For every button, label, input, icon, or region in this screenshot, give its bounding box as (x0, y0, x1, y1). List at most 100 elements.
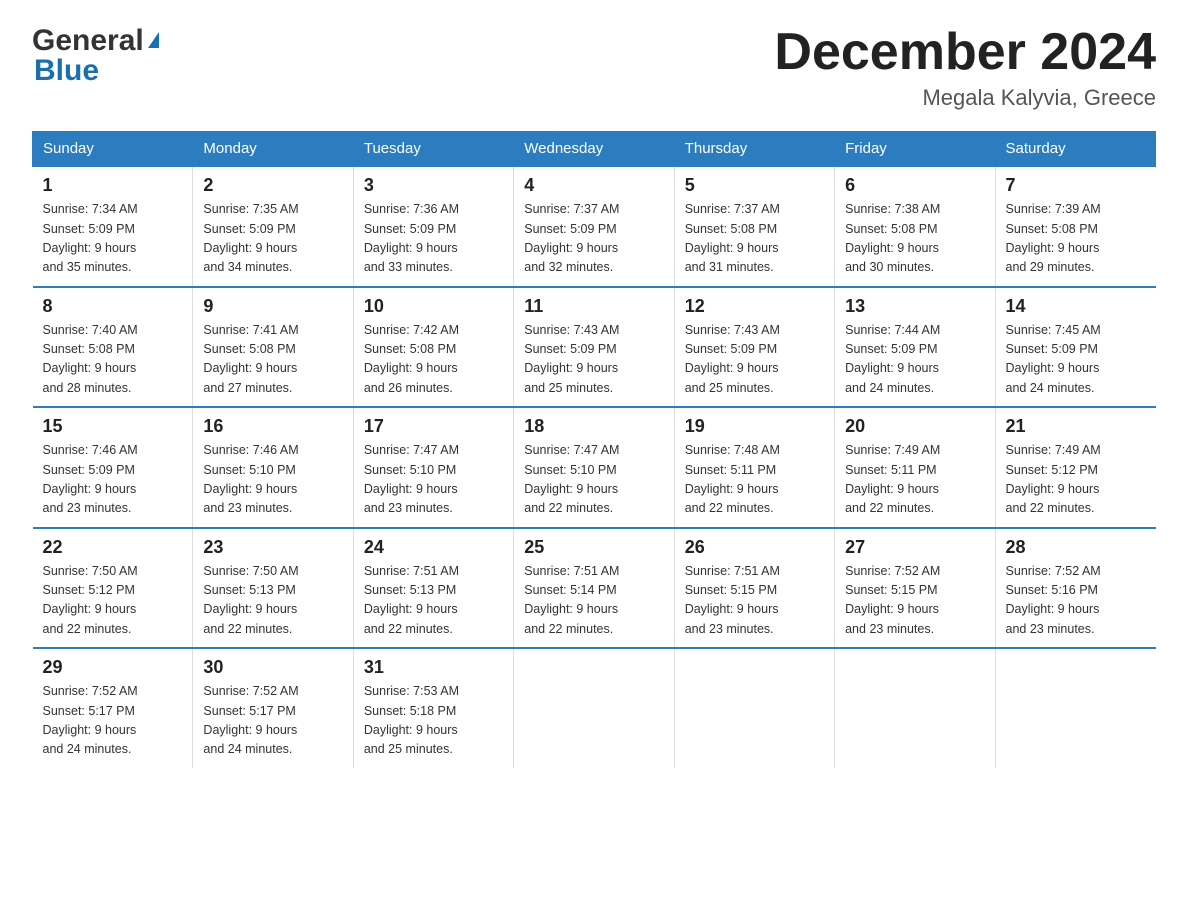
header-monday: Monday (193, 132, 353, 167)
day-number: 18 (524, 416, 663, 437)
location-subtitle: Megala Kalyvia, Greece (774, 85, 1156, 111)
calendar-cell: 16 Sunrise: 7:46 AM Sunset: 5:10 PM Dayl… (193, 407, 353, 528)
week-row-2: 8 Sunrise: 7:40 AM Sunset: 5:08 PM Dayli… (33, 287, 1156, 408)
calendar-cell: 7 Sunrise: 7:39 AM Sunset: 5:08 PM Dayli… (995, 166, 1155, 287)
day-number: 13 (845, 296, 984, 317)
day-info: Sunrise: 7:41 AM Sunset: 5:08 PM Dayligh… (203, 321, 342, 399)
day-number: 21 (1006, 416, 1146, 437)
header-tuesday: Tuesday (353, 132, 513, 167)
header-sunday: Sunday (33, 132, 193, 167)
day-info: Sunrise: 7:36 AM Sunset: 5:09 PM Dayligh… (364, 200, 503, 278)
day-info: Sunrise: 7:47 AM Sunset: 5:10 PM Dayligh… (524, 441, 663, 519)
day-number: 16 (203, 416, 342, 437)
day-info: Sunrise: 7:50 AM Sunset: 5:13 PM Dayligh… (203, 562, 342, 640)
calendar-cell: 5 Sunrise: 7:37 AM Sunset: 5:08 PM Dayli… (674, 166, 834, 287)
day-number: 25 (524, 537, 663, 558)
calendar-cell: 10 Sunrise: 7:42 AM Sunset: 5:08 PM Dayl… (353, 287, 513, 408)
day-number: 29 (43, 657, 183, 678)
calendar-cell: 3 Sunrise: 7:36 AM Sunset: 5:09 PM Dayli… (353, 166, 513, 287)
day-info: Sunrise: 7:45 AM Sunset: 5:09 PM Dayligh… (1006, 321, 1146, 399)
calendar-cell (674, 648, 834, 768)
day-info: Sunrise: 7:50 AM Sunset: 5:12 PM Dayligh… (43, 562, 183, 640)
header-thursday: Thursday (674, 132, 834, 167)
page-header: General Blue December 2024 Megala Kalyvi… (32, 24, 1156, 111)
day-info: Sunrise: 7:37 AM Sunset: 5:08 PM Dayligh… (685, 200, 824, 278)
day-info: Sunrise: 7:34 AM Sunset: 5:09 PM Dayligh… (43, 200, 183, 278)
day-number: 2 (203, 175, 342, 196)
day-number: 15 (43, 416, 183, 437)
logo-general-text: General (32, 24, 144, 58)
month-title: December 2024 (774, 24, 1156, 81)
day-number: 8 (43, 296, 183, 317)
day-info: Sunrise: 7:38 AM Sunset: 5:08 PM Dayligh… (845, 200, 984, 278)
day-number: 17 (364, 416, 503, 437)
day-number: 22 (43, 537, 183, 558)
logo-blue-text: Blue (34, 54, 99, 88)
day-info: Sunrise: 7:49 AM Sunset: 5:12 PM Dayligh… (1006, 441, 1146, 519)
header-wednesday: Wednesday (514, 132, 674, 167)
week-row-4: 22 Sunrise: 7:50 AM Sunset: 5:12 PM Dayl… (33, 528, 1156, 649)
calendar-cell: 6 Sunrise: 7:38 AM Sunset: 5:08 PM Dayli… (835, 166, 995, 287)
day-number: 24 (364, 537, 503, 558)
day-info: Sunrise: 7:37 AM Sunset: 5:09 PM Dayligh… (524, 200, 663, 278)
day-number: 3 (364, 175, 503, 196)
calendar-cell: 18 Sunrise: 7:47 AM Sunset: 5:10 PM Dayl… (514, 407, 674, 528)
calendar-cell (995, 648, 1155, 768)
day-info: Sunrise: 7:39 AM Sunset: 5:08 PM Dayligh… (1006, 200, 1146, 278)
calendar-cell: 27 Sunrise: 7:52 AM Sunset: 5:15 PM Dayl… (835, 528, 995, 649)
header-friday: Friday (835, 132, 995, 167)
week-row-3: 15 Sunrise: 7:46 AM Sunset: 5:09 PM Dayl… (33, 407, 1156, 528)
day-number: 27 (845, 537, 984, 558)
day-number: 31 (364, 657, 503, 678)
day-info: Sunrise: 7:47 AM Sunset: 5:10 PM Dayligh… (364, 441, 503, 519)
calendar-cell: 30 Sunrise: 7:52 AM Sunset: 5:17 PM Dayl… (193, 648, 353, 768)
day-number: 5 (685, 175, 824, 196)
calendar-cell: 25 Sunrise: 7:51 AM Sunset: 5:14 PM Dayl… (514, 528, 674, 649)
calendar-cell: 13 Sunrise: 7:44 AM Sunset: 5:09 PM Dayl… (835, 287, 995, 408)
day-info: Sunrise: 7:51 AM Sunset: 5:15 PM Dayligh… (685, 562, 824, 640)
day-info: Sunrise: 7:46 AM Sunset: 5:10 PM Dayligh… (203, 441, 342, 519)
calendar-cell: 1 Sunrise: 7:34 AM Sunset: 5:09 PM Dayli… (33, 166, 193, 287)
calendar-cell (835, 648, 995, 768)
day-info: Sunrise: 7:52 AM Sunset: 5:17 PM Dayligh… (43, 682, 183, 760)
day-number: 26 (685, 537, 824, 558)
day-info: Sunrise: 7:44 AM Sunset: 5:09 PM Dayligh… (845, 321, 984, 399)
calendar-cell: 22 Sunrise: 7:50 AM Sunset: 5:12 PM Dayl… (33, 528, 193, 649)
day-info: Sunrise: 7:51 AM Sunset: 5:13 PM Dayligh… (364, 562, 503, 640)
week-row-1: 1 Sunrise: 7:34 AM Sunset: 5:09 PM Dayli… (33, 166, 1156, 287)
calendar-table: SundayMondayTuesdayWednesdayThursdayFrid… (32, 131, 1156, 768)
day-number: 28 (1006, 537, 1146, 558)
day-number: 23 (203, 537, 342, 558)
day-info: Sunrise: 7:52 AM Sunset: 5:17 PM Dayligh… (203, 682, 342, 760)
day-number: 9 (203, 296, 342, 317)
calendar-cell: 19 Sunrise: 7:48 AM Sunset: 5:11 PM Dayl… (674, 407, 834, 528)
day-number: 1 (43, 175, 183, 196)
day-number: 7 (1006, 175, 1146, 196)
day-info: Sunrise: 7:40 AM Sunset: 5:08 PM Dayligh… (43, 321, 183, 399)
day-number: 10 (364, 296, 503, 317)
day-number: 12 (685, 296, 824, 317)
day-number: 6 (845, 175, 984, 196)
calendar-cell: 31 Sunrise: 7:53 AM Sunset: 5:18 PM Dayl… (353, 648, 513, 768)
day-number: 30 (203, 657, 342, 678)
calendar-cell: 8 Sunrise: 7:40 AM Sunset: 5:08 PM Dayli… (33, 287, 193, 408)
calendar-cell: 24 Sunrise: 7:51 AM Sunset: 5:13 PM Dayl… (353, 528, 513, 649)
logo-triangle-icon (148, 32, 159, 48)
day-info: Sunrise: 7:43 AM Sunset: 5:09 PM Dayligh… (685, 321, 824, 399)
day-info: Sunrise: 7:43 AM Sunset: 5:09 PM Dayligh… (524, 321, 663, 399)
calendar-cell: 15 Sunrise: 7:46 AM Sunset: 5:09 PM Dayl… (33, 407, 193, 528)
calendar-cell: 4 Sunrise: 7:37 AM Sunset: 5:09 PM Dayli… (514, 166, 674, 287)
day-info: Sunrise: 7:46 AM Sunset: 5:09 PM Dayligh… (43, 441, 183, 519)
calendar-cell: 11 Sunrise: 7:43 AM Sunset: 5:09 PM Dayl… (514, 287, 674, 408)
day-info: Sunrise: 7:51 AM Sunset: 5:14 PM Dayligh… (524, 562, 663, 640)
day-info: Sunrise: 7:52 AM Sunset: 5:15 PM Dayligh… (845, 562, 984, 640)
calendar-cell: 2 Sunrise: 7:35 AM Sunset: 5:09 PM Dayli… (193, 166, 353, 287)
calendar-cell: 17 Sunrise: 7:47 AM Sunset: 5:10 PM Dayl… (353, 407, 513, 528)
day-info: Sunrise: 7:42 AM Sunset: 5:08 PM Dayligh… (364, 321, 503, 399)
calendar-cell: 28 Sunrise: 7:52 AM Sunset: 5:16 PM Dayl… (995, 528, 1155, 649)
calendar-cell: 21 Sunrise: 7:49 AM Sunset: 5:12 PM Dayl… (995, 407, 1155, 528)
day-info: Sunrise: 7:52 AM Sunset: 5:16 PM Dayligh… (1006, 562, 1146, 640)
day-info: Sunrise: 7:35 AM Sunset: 5:09 PM Dayligh… (203, 200, 342, 278)
calendar-cell: 23 Sunrise: 7:50 AM Sunset: 5:13 PM Dayl… (193, 528, 353, 649)
calendar-cell (514, 648, 674, 768)
